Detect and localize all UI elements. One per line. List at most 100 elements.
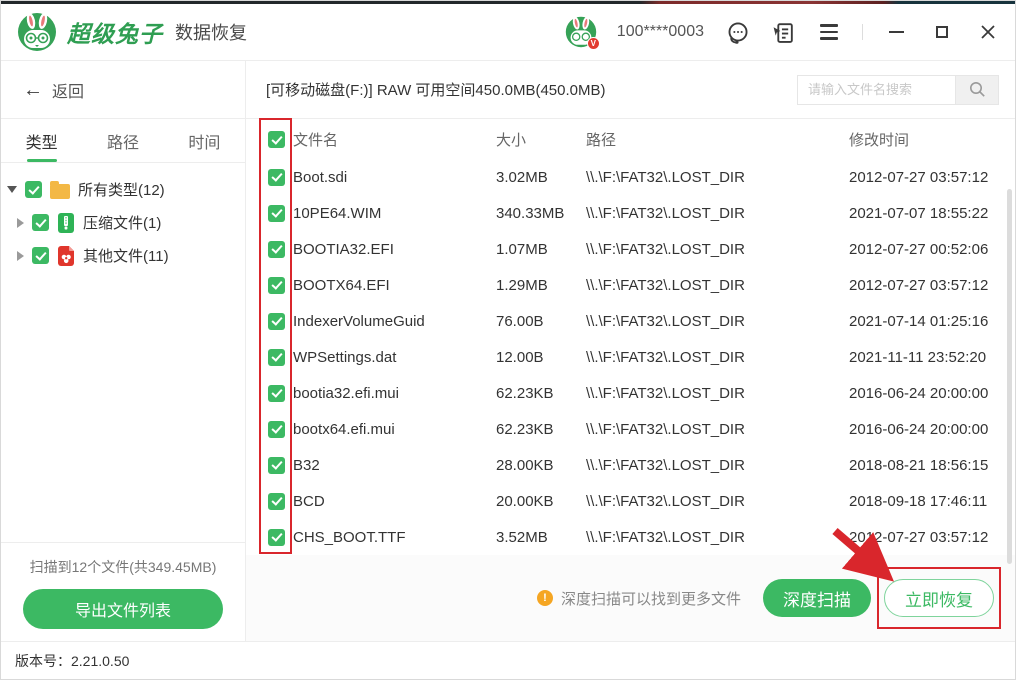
close-button[interactable] (975, 19, 1001, 45)
rabbit-logo-icon (18, 13, 56, 51)
row-checkbox[interactable] (268, 240, 285, 258)
row-checkbox[interactable] (268, 420, 285, 438)
file-modified: 2018-08-21 18:56:15 (849, 456, 989, 474)
deep-scan-button[interactable]: 深度扫描 (763, 579, 871, 617)
table-row[interactable]: BOOTX64.EFI 1.29MB \\.\F:\FAT32\.LOST_DI… (246, 267, 1015, 303)
drive-info-bar: [可移动磁盘(F:)] RAW 可用空间450.0MB(450.0MB) (246, 61, 1015, 119)
minimize-button[interactable] (883, 19, 909, 45)
export-file-list-button[interactable]: 导出文件列表 (23, 589, 223, 629)
file-path: \\.\F:\FAT32\.LOST_DIR (586, 168, 745, 186)
tab-time[interactable]: 时间 (164, 119, 245, 162)
tab-type[interactable]: 类型 (1, 119, 82, 162)
vertical-scrollbar[interactable] (1007, 189, 1012, 564)
scan-summary: 扫描到12个文件(共349.45MB) (29, 559, 217, 575)
back-button[interactable]: ← 返回 (1, 61, 245, 119)
file-name: IndexerVolumeGuid (293, 312, 425, 330)
column-header-size[interactable]: 大小 (496, 129, 586, 150)
app-subtitle: 数据恢复 (175, 23, 247, 43)
file-size: 3.52MB (496, 528, 548, 546)
table-row[interactable]: WPSettings.dat 12.00B \\.\F:\FAT32\.LOST… (246, 339, 1015, 375)
tree-item-other[interactable]: 其他文件(11) (1, 239, 245, 272)
table-row[interactable]: Boot.sdi 3.02MB \\.\F:\FAT32\.LOST_DIR 2… (246, 159, 1015, 195)
search-box (797, 74, 999, 105)
tree-checkbox[interactable] (32, 214, 49, 231)
file-modified: 2021-11-11 23:52:20 (849, 348, 987, 366)
file-size: 62.23KB (496, 384, 554, 402)
search-button[interactable] (955, 74, 999, 105)
maximize-button[interactable] (929, 19, 955, 45)
other-file-icon (58, 245, 74, 266)
row-checkbox[interactable] (268, 456, 285, 474)
file-modified: 2012-07-27 03:57:12 (849, 528, 989, 546)
main-panel: [可移动磁盘(F:)] RAW 可用空间450.0MB(450.0MB) 文件名… (246, 61, 1015, 641)
tab-path[interactable]: 路径 (82, 119, 163, 162)
file-name: Boot.sdi (293, 168, 348, 186)
column-header-modified[interactable]: 修改时间 (849, 129, 1015, 150)
feedback-icon[interactable] (770, 19, 796, 45)
file-modified: 2016-06-24 20:00:00 (849, 384, 989, 402)
file-path: \\.\F:\FAT32\.LOST_DIR (586, 312, 745, 330)
column-header-name[interactable]: 文件名 (291, 129, 496, 150)
file-modified: 2021-07-14 01:25:16 (849, 312, 989, 330)
table-row[interactable]: B32 28.00KB \\.\F:\FAT32\.LOST_DIR 2018-… (246, 447, 1015, 483)
table-row[interactable]: IndexerVolumeGuid 76.00B \\.\F:\FAT32\.L… (246, 303, 1015, 339)
file-path: \\.\F:\FAT32\.LOST_DIR (586, 420, 745, 438)
search-icon (969, 82, 985, 97)
file-size: 20.00KB (496, 492, 554, 510)
user-avatar[interactable]: V (565, 16, 600, 50)
expander-down-icon[interactable] (7, 186, 17, 193)
recover-annotation-box: 立即恢复 (877, 567, 1001, 629)
file-path: \\.\F:\FAT32\.LOST_DIR (586, 204, 745, 222)
select-all-checkbox[interactable] (268, 131, 285, 148)
file-name: B32 (293, 456, 320, 474)
file-path: \\.\F:\FAT32\.LOST_DIR (586, 348, 745, 366)
file-path: \\.\F:\FAT32\.LOST_DIR (586, 528, 745, 546)
customer-service-icon[interactable] (724, 19, 750, 45)
table-row[interactable]: BOOTIA32.EFI 1.07MB \\.\F:\FAT32\.LOST_D… (246, 231, 1015, 267)
column-header-path[interactable]: 路径 (586, 129, 849, 150)
file-name: BOOTX64.EFI (293, 276, 390, 294)
file-size: 12.00B (496, 348, 544, 366)
sidebar-tabs: 类型 路径 时间 (1, 119, 245, 163)
recover-now-button[interactable]: 立即恢复 (884, 579, 994, 617)
table-row[interactable]: 10PE64.WIM 340.33MB \\.\F:\FAT32\.LOST_D… (246, 195, 1015, 231)
table-row[interactable]: bootx64.efi.mui 62.23KB \\.\F:\FAT32\.LO… (246, 411, 1015, 447)
tree-checkbox[interactable] (25, 181, 42, 198)
tree-item-all-types[interactable]: 所有类型(12) (1, 173, 245, 206)
file-path: \\.\F:\FAT32\.LOST_DIR (586, 276, 745, 294)
expander-right-icon[interactable] (17, 217, 24, 228)
back-label: 返回 (52, 83, 85, 101)
row-checkbox[interactable] (268, 492, 285, 510)
row-checkbox[interactable] (268, 348, 285, 366)
version-value: 2.21.0.50 (71, 653, 130, 669)
row-checkbox[interactable] (268, 204, 285, 222)
titlebar: 超级兔子 数据恢复 V 100****0003 (1, 4, 1015, 61)
file-name: BCD (293, 492, 325, 510)
file-path: \\.\F:\FAT32\.LOST_DIR (586, 384, 745, 402)
expander-right-icon[interactable] (17, 250, 24, 261)
menu-icon[interactable] (816, 19, 842, 45)
tree-checkbox[interactable] (32, 247, 49, 264)
file-size: 62.23KB (496, 420, 554, 438)
titlebar-separator (862, 24, 863, 40)
row-checkbox[interactable] (268, 312, 285, 330)
status-bar: 版本号： 2.21.0.50 (1, 641, 1015, 679)
app-window: 超级兔子 数据恢复 V 100****0003 ← 返回 类型 路径 时间 所有… (0, 0, 1016, 680)
file-size: 76.00B (496, 312, 544, 330)
table-row[interactable]: CHS_BOOT.TTF 3.52MB \\.\F:\FAT32\.LOST_D… (246, 519, 1015, 555)
file-size: 3.02MB (496, 168, 548, 186)
search-input[interactable] (797, 74, 955, 105)
tree-item-compressed[interactable]: 压缩文件(1) (1, 206, 245, 239)
table-row[interactable]: bootia32.efi.mui 62.23KB \\.\F:\FAT32\.L… (246, 375, 1015, 411)
row-checkbox[interactable] (268, 168, 285, 186)
sidebar: ← 返回 类型 路径 时间 所有类型(12) 压缩文件(1) 其他文件(11) … (1, 61, 246, 641)
file-modified: 2012-07-27 00:52:06 (849, 240, 989, 258)
file-name: BOOTIA32.EFI (293, 240, 394, 258)
row-checkbox[interactable] (268, 384, 285, 402)
file-name: 10PE64.WIM (293, 204, 382, 222)
row-checkbox[interactable] (268, 276, 285, 294)
row-checkbox[interactable] (268, 528, 285, 546)
file-size: 340.33MB (496, 204, 565, 222)
table-row[interactable]: BCD 20.00KB \\.\F:\FAT32\.LOST_DIR 2018-… (246, 483, 1015, 519)
drive-title: [可移动磁盘(F:)] RAW 可用空间450.0MB(450.0MB) (266, 82, 606, 99)
